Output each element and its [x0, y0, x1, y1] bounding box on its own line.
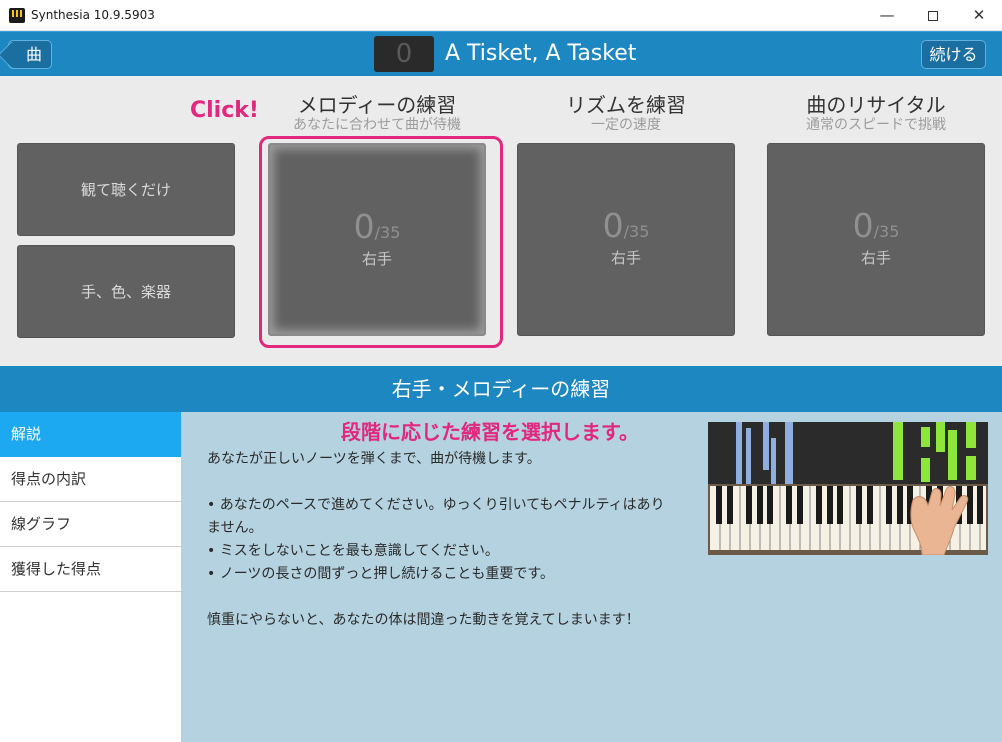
- description-panel: 段階に応じた練習を選択します。 あなたが正しいノーツを弾くまで、曲が待機します。…: [182, 412, 1002, 742]
- mode-subtitle: 通常のスピードで挑戦: [806, 117, 946, 133]
- click-annotation: Click!: [190, 98, 259, 123]
- description-bullet: • あなたのペースで進めてください。ゆっくり引いてもペナルティはありません。: [207, 497, 665, 536]
- card-score: 0/35: [852, 206, 900, 245]
- nav-item-line-graph[interactable]: 線グラフ: [0, 502, 181, 547]
- nav-item-explanation[interactable]: 解説: [0, 412, 181, 457]
- mode-subtitle: あなたに合わせて曲が待機: [293, 117, 461, 133]
- description-bullet: • ノーツの長さの間ずっと押し続けることも重要です。: [207, 566, 555, 582]
- song-header: 曲 0 A Tisket, A Tasket 続ける: [0, 31, 1002, 76]
- card-hand-label: 右手: [860, 249, 891, 267]
- back-to-songs-button[interactable]: 曲: [8, 40, 52, 69]
- highlight-frame: [259, 136, 503, 348]
- rhythm-practice-card[interactable]: 0/35 右手: [517, 143, 735, 336]
- maximize-icon: [928, 10, 938, 21]
- detail-nav: 解説 得点の内訳 線グラフ 獲得した得点: [0, 412, 182, 742]
- watch-and-listen-button[interactable]: 観て聴くだけ: [17, 143, 235, 236]
- mode-heading-rhythm: リズムを練習 一定の速度: [517, 93, 735, 133]
- close-button[interactable]: ✕: [956, 0, 1002, 31]
- nav-item-score-breakdown[interactable]: 得点の内訳: [0, 457, 181, 502]
- hands-colors-instruments-button[interactable]: 手、色、楽器: [17, 245, 235, 338]
- mode-title: リズムを練習: [566, 93, 686, 117]
- card-hand-label: 右手: [610, 249, 641, 267]
- song-title: A Tisket, A Tasket: [445, 41, 637, 66]
- description-line: あなたが正しいノーツを弾くまで、曲が待機します。: [207, 451, 541, 467]
- score-display: 0: [374, 36, 434, 72]
- mode-subtitle: 一定の速度: [591, 117, 661, 133]
- section-title-bar: 右手・メロディーの練習: [0, 366, 1002, 412]
- continue-button[interactable]: 続ける: [921, 40, 986, 69]
- nav-item-earned-points[interactable]: 獲得した得点: [0, 547, 181, 592]
- mode-title: メロディーの練習: [297, 93, 457, 117]
- minimize-button[interactable]: —: [864, 0, 910, 31]
- description-text: あなたが正しいノーツを弾くまで、曲が待機します。 • あなたのペースで進めてくだ…: [207, 448, 677, 632]
- mode-heading-recital: 曲のリサイタル 通常のスピードで挑戦: [767, 93, 985, 133]
- card-score: 0/35: [602, 206, 650, 245]
- window-titlebar: Synthesia 10.9.5903 — ✕: [0, 0, 1002, 31]
- description-closing: 慎重にやらないと、あなたの体は間違った動きを覚えてしまいます！: [207, 612, 640, 628]
- window-title: Synthesia 10.9.5903: [31, 8, 155, 22]
- select-annotation: 段階に応じた練習を選択します。: [341, 420, 639, 444]
- recital-card[interactable]: 0/35 右手: [767, 143, 985, 336]
- piano-hand-illustration: [708, 422, 988, 555]
- mode-heading-melody: メロディーの練習 あなたに合わせて曲が待機: [268, 93, 486, 133]
- maximize-button[interactable]: [910, 0, 956, 31]
- description-bullet: • ミスをしないことを最も意識してください。: [207, 543, 499, 559]
- mode-title: 曲のリサイタル: [806, 93, 946, 117]
- synthesia-app-icon: [9, 8, 25, 23]
- back-button-label: 曲: [25, 45, 42, 64]
